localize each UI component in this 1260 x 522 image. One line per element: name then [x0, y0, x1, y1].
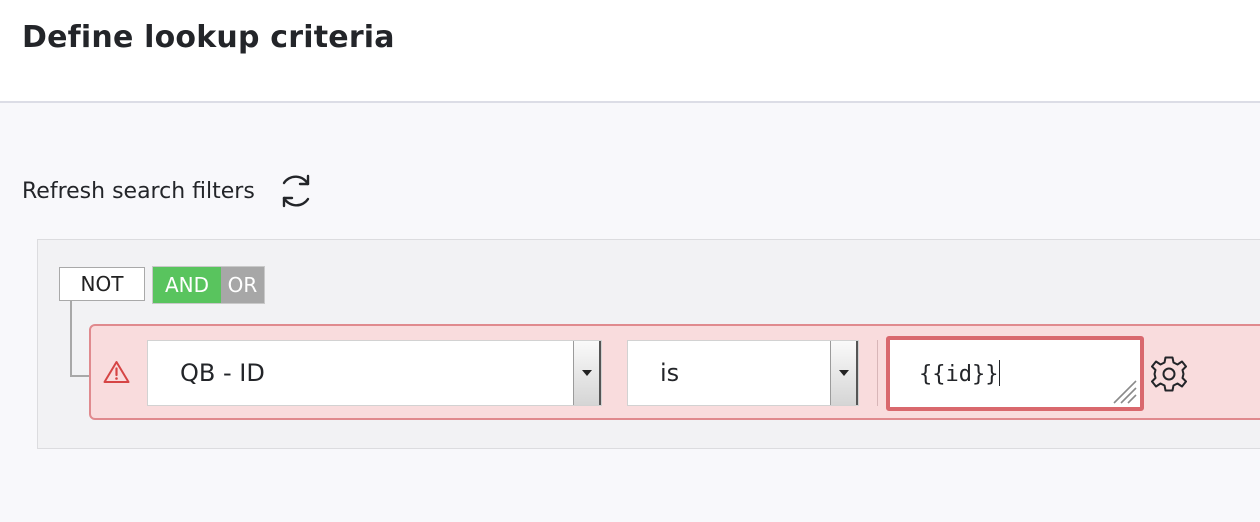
- value-text: {{id}}: [919, 360, 1001, 387]
- operator-select[interactable]: is: [627, 340, 859, 406]
- operator-select-value: is: [660, 359, 680, 387]
- chevron-down-icon[interactable]: [830, 341, 858, 405]
- page-header: Define lookup criteria: [0, 0, 1260, 103]
- page-title: Define lookup criteria: [22, 20, 395, 55]
- chevron-down-icon[interactable]: [573, 341, 601, 405]
- not-toggle-button[interactable]: NOT: [59, 267, 145, 301]
- value-textarea[interactable]: {{id}}: [886, 336, 1144, 411]
- refresh-filters-label: Refresh search filters: [22, 178, 255, 204]
- warning-icon: [103, 361, 130, 383]
- text-caret: [999, 360, 1001, 386]
- refresh-filters-row: Refresh search filters: [22, 170, 317, 212]
- field-select[interactable]: QB - ID: [147, 340, 602, 406]
- divider: [877, 340, 878, 406]
- and-button[interactable]: AND: [153, 267, 221, 303]
- gear-icon[interactable]: [1150, 355, 1188, 393]
- refresh-icon[interactable]: [275, 170, 317, 212]
- field-select-value: QB - ID: [180, 359, 265, 387]
- and-or-toggle: AND OR: [152, 266, 265, 304]
- or-button[interactable]: OR: [221, 267, 264, 303]
- resize-grip-icon[interactable]: [1111, 378, 1137, 404]
